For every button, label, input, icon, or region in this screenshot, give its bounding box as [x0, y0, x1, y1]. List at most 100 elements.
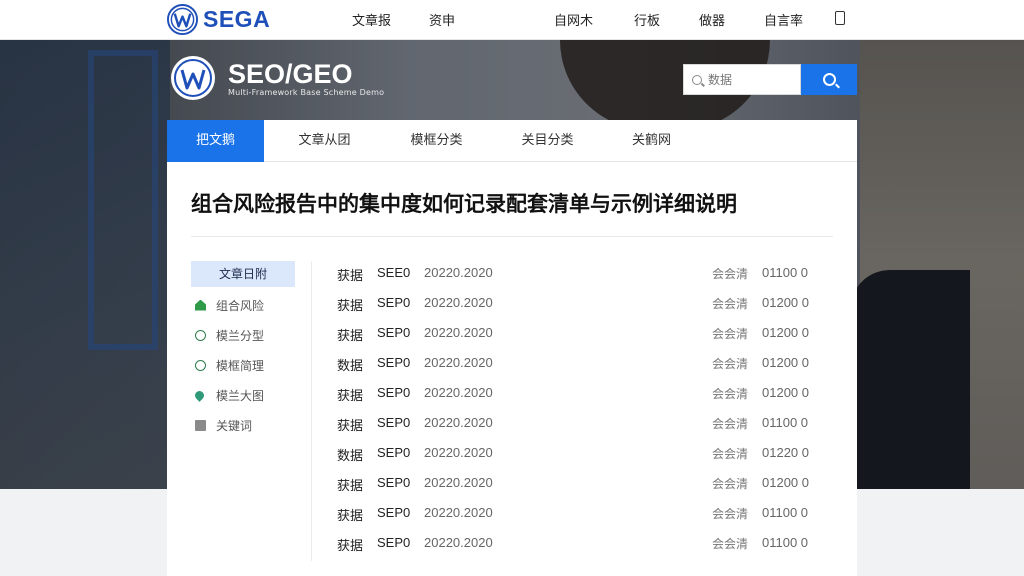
list-item[interactable]: 获据 SEP0 20220.2020 会会清 01100 0 [335, 505, 835, 525]
row-code: SEP0 [377, 535, 411, 550]
row-category: 会会清 [712, 507, 749, 521]
row-label: 获据 [337, 539, 364, 554]
row-category: 会会清 [712, 417, 749, 431]
sidebar-item-label: 模框简理 [216, 358, 265, 373]
top-nav-item-4[interactable]: 行板 [634, 10, 660, 29]
article-title: 组合风险报告中的集中度如何记录配套清单与示例详细说明 [191, 192, 737, 216]
divider [191, 236, 833, 237]
row-value: 01200 0 [762, 295, 809, 310]
row-date: 20220.2020 [424, 535, 493, 550]
sidebar-separator [311, 261, 312, 561]
list-item[interactable]: 获据 SEP0 20220.2020 会会清 01200 0 [335, 325, 835, 345]
top-nav-item-1[interactable]: 文章报 [352, 10, 391, 29]
top-navigation-bar: SEGA 文章报 资申 自网木 行板 做器 自言率 [0, 0, 1024, 40]
row-label: 获据 [337, 269, 364, 284]
row-date: 20220.2020 [424, 385, 493, 400]
row-code: SEP0 [377, 445, 411, 460]
row-value: 01100 0 [762, 265, 809, 280]
list-item[interactable]: 获据 SEP0 20220.2020 会会清 01200 0 [335, 385, 835, 405]
row-category: 会会清 [712, 447, 749, 461]
row-category: 会会清 [712, 327, 749, 341]
row-date: 20220.2020 [424, 445, 493, 460]
sidebar-item-3[interactable]: 模框简理 [195, 356, 264, 374]
row-code: SEE0 [377, 265, 411, 280]
brand-logo-icon [167, 3, 198, 35]
search-input[interactable] [708, 72, 788, 87]
sidebar-item-label: 组合风险 [216, 298, 265, 313]
row-code: SEP0 [377, 325, 411, 340]
document-icon [195, 419, 206, 431]
tab-1[interactable]: 把文鹅 [167, 120, 264, 162]
row-label: 数据 [337, 359, 364, 374]
row-value: 01100 0 [762, 535, 809, 550]
row-date: 20220.2020 [424, 415, 493, 430]
row-date: 20220.2020 [424, 475, 493, 490]
top-nav-item-3[interactable]: 自网木 [554, 10, 593, 29]
row-category: 会会清 [712, 267, 749, 281]
tab-5[interactable]: 关鹤网 [604, 120, 699, 162]
list-item[interactable]: 数据 SEP0 20220.2020 会会清 01200 0 [335, 355, 835, 375]
row-category: 会会清 [712, 357, 749, 371]
row-label: 获据 [337, 419, 364, 434]
search-field[interactable] [683, 64, 801, 95]
row-category: 会会清 [712, 387, 749, 401]
brand[interactable]: SEGA [167, 3, 270, 35]
sidebar-item-label: 模兰大图 [216, 388, 265, 403]
row-date: 20220.2020 [424, 505, 493, 520]
row-value: 01100 0 [762, 505, 809, 520]
row-label: 获据 [337, 389, 364, 404]
list-item[interactable]: 获据 SEP0 20220.2020 会会清 01200 0 [335, 295, 835, 315]
top-nav-item-2[interactable]: 资申 [429, 10, 455, 29]
tab-4[interactable]: 关目分类 [500, 120, 595, 162]
sidebar-item-2[interactable]: 模兰分型 [195, 326, 264, 344]
row-value: 01200 0 [762, 475, 809, 490]
list-item[interactable]: 获据 SEP0 20220.2020 会会清 01200 0 [335, 475, 835, 495]
row-value: 01200 0 [762, 385, 809, 400]
row-code: SEP0 [377, 415, 411, 430]
tab-3[interactable]: 模框分类 [389, 120, 484, 162]
row-code: SEP0 [377, 385, 411, 400]
sidebar-item-1[interactable]: 组合风险 [195, 296, 264, 314]
search-button[interactable] [801, 64, 857, 95]
sidebar-heading[interactable]: 文章日附 [191, 261, 295, 287]
row-label: 获据 [337, 479, 364, 494]
circle-icon [195, 359, 206, 371]
row-code: SEP0 [377, 475, 411, 490]
sidebar-item-5[interactable]: 关键词 [195, 416, 252, 434]
hero-logo-icon [171, 56, 215, 100]
row-category: 会会清 [712, 477, 749, 491]
list-item[interactable]: 获据 SEP0 20220.2020 会会清 01100 0 [335, 415, 835, 435]
mobile-icon[interactable] [835, 11, 845, 25]
row-value: 01220 0 [762, 445, 809, 460]
row-code: SEP0 [377, 295, 411, 310]
pin-icon [193, 388, 206, 402]
list-item[interactable]: 获据 SEE0 20220.2020 会会清 01100 0 [335, 265, 835, 285]
row-category: 会会清 [712, 537, 749, 551]
sidebar-item-4[interactable]: 模兰大图 [193, 386, 265, 404]
row-date: 20220.2020 [424, 295, 493, 310]
tab-2[interactable]: 文章从团 [277, 120, 372, 162]
circle-icon [195, 329, 206, 341]
row-code: SEP0 [377, 505, 411, 520]
content-card: 把文鹅 文章从团 模框分类 关目分类 关鹤网 组合风险报告中的集中度如何记录配套… [167, 120, 857, 576]
search-icon [692, 74, 702, 85]
top-nav-item-6[interactable]: 自言率 [764, 10, 803, 29]
row-date: 20220.2020 [424, 355, 493, 370]
row-label: 获据 [337, 329, 364, 344]
sidebar-item-label: 关键词 [216, 418, 253, 433]
category-tabs: 把文鹅 文章从团 模框分类 关目分类 关鹤网 [167, 120, 857, 162]
brand-name: SEGA [203, 5, 271, 32]
hero-subtitle: Multi-Framework Base Scheme Demo [228, 88, 385, 97]
row-category: 会会清 [712, 297, 749, 311]
house-icon [195, 299, 206, 311]
top-nav-item-5[interactable]: 做器 [699, 10, 725, 29]
row-label: 数据 [337, 449, 364, 464]
row-date: 20220.2020 [424, 265, 493, 280]
hero-title: SEO/GEO [228, 59, 353, 89]
list-item[interactable]: 获据 SEP0 20220.2020 会会清 01100 0 [335, 535, 835, 555]
list-item[interactable]: 数据 SEP0 20220.2020 会会清 01220 0 [335, 445, 835, 465]
row-value: 01100 0 [762, 415, 809, 430]
sidebar-item-label: 模兰分型 [216, 328, 265, 343]
row-label: 获据 [337, 299, 364, 314]
search-icon [822, 73, 836, 86]
